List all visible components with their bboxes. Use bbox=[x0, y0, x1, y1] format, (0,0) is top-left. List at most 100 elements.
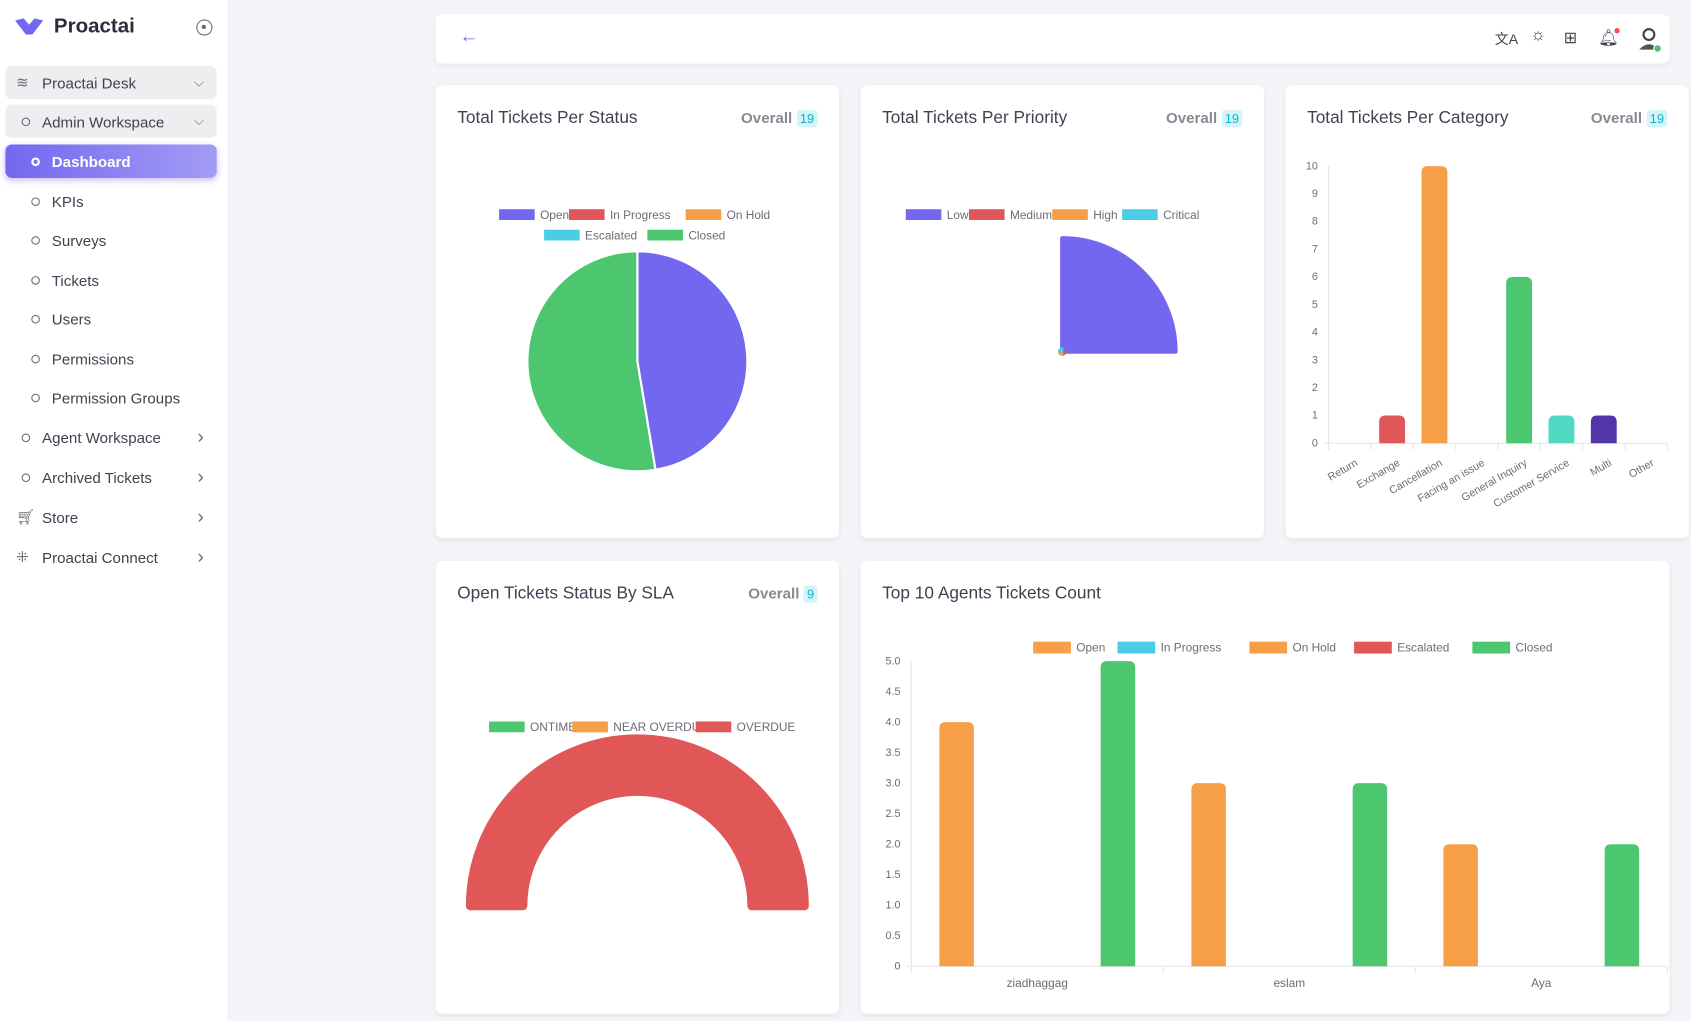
x-tick-label: Customer Service bbox=[1491, 457, 1571, 510]
chevron-right-icon[interactable]: › bbox=[197, 426, 203, 449]
bar-customer-service bbox=[1548, 415, 1575, 444]
sidebar-item-label: Tickets bbox=[51, 271, 100, 289]
sidebar-item-dashboard[interactable]: Dashboard bbox=[5, 144, 217, 178]
bar-aya-open bbox=[1443, 844, 1478, 967]
sidebar-item-kpis[interactable]: KPIs bbox=[5, 184, 216, 217]
legend-label: ONTIME bbox=[530, 720, 576, 734]
pie-slice-closed bbox=[526, 250, 657, 473]
sidebar-item-permission-groups[interactable]: Permission Groups bbox=[5, 381, 216, 414]
x-tick-label: Other bbox=[1627, 457, 1657, 481]
legend-swatch bbox=[1033, 641, 1071, 654]
y-tick-label: 1.0 bbox=[886, 899, 901, 911]
legend-label: Escalated bbox=[585, 228, 637, 242]
sidebar-item-store[interactable]: 🛒︎ Store › bbox=[5, 500, 216, 533]
sidebar-item-label: Archived Tickets bbox=[42, 468, 152, 486]
y-tick-label: 10 bbox=[1306, 160, 1318, 172]
logo[interactable]: Proactai bbox=[15, 15, 135, 39]
y-tick-label: 5 bbox=[1312, 299, 1318, 311]
bar-ziadhaggag-closed bbox=[1100, 661, 1136, 967]
y-tick-label: 3 bbox=[1312, 354, 1318, 366]
sidebar-item-label: Surveys bbox=[51, 231, 107, 249]
sidebar-item-agent-workspace[interactable]: Agent Workspace › bbox=[5, 421, 216, 454]
sidebar-item-label: Store bbox=[42, 508, 79, 526]
circle-icon bbox=[31, 196, 40, 206]
x-tick-label: Multi bbox=[1588, 457, 1614, 479]
card-title: Total Tickets Per Priority bbox=[882, 108, 1068, 128]
bar-cancellation bbox=[1421, 166, 1448, 444]
legend-label: Low bbox=[947, 208, 969, 222]
sidebar-item-proactai-connect[interactable]: ⁜ Proactai Connect › bbox=[5, 540, 216, 573]
sidebar-item-surveys[interactable]: Surveys bbox=[5, 223, 216, 256]
bar-ziadhaggag-open bbox=[939, 722, 974, 967]
card-title: Top 10 Agents Tickets Count bbox=[882, 584, 1101, 603]
x-tick-label: ziadhaggag bbox=[1007, 976, 1068, 990]
sidebar-item-permissions[interactable]: Permissions bbox=[5, 342, 216, 375]
legend-label: High bbox=[1093, 208, 1117, 222]
y-tick-label: 0.5 bbox=[886, 930, 901, 942]
y-tick-label: 4.0 bbox=[886, 716, 901, 728]
legend-swatch bbox=[1354, 641, 1392, 654]
sidebar-item-label: Dashboard bbox=[51, 152, 131, 170]
bell-icon[interactable]: 🔔︎ bbox=[1598, 28, 1620, 47]
sidebar-item-tickets[interactable]: Tickets bbox=[5, 263, 216, 296]
back-arrow-icon[interactable]: ← bbox=[459, 25, 478, 48]
circle-icon bbox=[31, 314, 40, 323]
y-tick-label: 1.5 bbox=[886, 869, 901, 881]
chevron-down-icon[interactable]: ⌵ bbox=[194, 74, 204, 90]
legend-label: Open bbox=[1076, 640, 1105, 654]
legend-label: In Progress bbox=[1161, 640, 1222, 654]
legend-swatch bbox=[1117, 641, 1156, 654]
bar-exchange bbox=[1379, 415, 1406, 444]
chevron-right-icon[interactable]: › bbox=[197, 546, 203, 569]
x-tick-label: eslam bbox=[1273, 976, 1305, 990]
sun-icon[interactable]: ☼ bbox=[1530, 26, 1546, 45]
circle-icon bbox=[31, 393, 40, 402]
sidebar-item-proactai-desk[interactable]: ≋ Proactai Desk ⌵ bbox=[5, 65, 217, 100]
card-category: 0 1 2 3 4 5 6 7 8 9 10 Return Exchange Cancellation Fa… bbox=[1285, 85, 1689, 539]
sidebar-item-archived-tickets[interactable]: Archived Tickets › bbox=[5, 460, 216, 493]
bar-general-inquiry bbox=[1506, 276, 1533, 444]
sidebar-item-label: KPIs bbox=[51, 192, 84, 210]
bar-aya-closed bbox=[1604, 844, 1640, 967]
chevron-right-icon[interactable]: › bbox=[197, 506, 203, 529]
sidebar-item-label: Users bbox=[51, 310, 92, 328]
translate-icon[interactable]: 文A bbox=[1495, 28, 1518, 48]
sidebar-item-label: Permission Groups bbox=[51, 388, 181, 407]
pie-slice-open bbox=[636, 250, 749, 472]
y-tick-label: 8 bbox=[1312, 216, 1318, 228]
card-title: Total Tickets Per Status bbox=[457, 108, 638, 128]
circle-icon bbox=[21, 117, 31, 126]
legend-label: On Hold bbox=[1293, 640, 1337, 654]
sidebar-pin-icon[interactable] bbox=[196, 19, 213, 36]
sidebar-item-label: Permissions bbox=[51, 349, 134, 368]
circle-icon bbox=[21, 472, 31, 482]
circle-icon bbox=[31, 235, 40, 245]
sidebar-item-users[interactable]: Users bbox=[5, 302, 216, 335]
y-tick-label: 2 bbox=[1312, 382, 1318, 394]
avatar[interactable] bbox=[1637, 26, 1661, 52]
y-tick-label: 0 bbox=[1312, 437, 1318, 449]
add-widget-icon[interactable]: ⊞ bbox=[1564, 28, 1578, 47]
y-tick-label: 3.5 bbox=[886, 747, 901, 759]
card-sla: ONTIME NEAR OVERDUE OVERDUE Open Tickets St… bbox=[435, 560, 840, 1014]
legend-swatch bbox=[489, 721, 525, 733]
y-tick-label: 2.5 bbox=[886, 808, 901, 820]
logo-icon bbox=[15, 18, 44, 35]
chevron-down-icon[interactable]: ⌵ bbox=[194, 113, 204, 129]
legend-swatch bbox=[905, 209, 942, 221]
circle-icon bbox=[31, 275, 40, 285]
legend-swatch bbox=[695, 721, 732, 733]
sidebar-item-label: Admin Workspace bbox=[42, 112, 165, 130]
bar-eslam-closed bbox=[1352, 783, 1388, 967]
legend-label: OVERDUE bbox=[737, 720, 796, 734]
bar-eslam-open bbox=[1191, 783, 1226, 967]
sidebar-item-admin-workspace[interactable]: Admin Workspace ⌵ bbox=[5, 104, 217, 139]
layers-icon: ≋ bbox=[16, 73, 29, 91]
legend-swatch bbox=[685, 209, 722, 221]
bar-multi bbox=[1590, 415, 1617, 444]
y-tick-label: 9 bbox=[1312, 188, 1318, 200]
overall-count: Overall 19 bbox=[1591, 109, 1668, 128]
legend-label: Closed bbox=[1516, 640, 1553, 654]
card-title: Open Tickets Status By SLA bbox=[457, 584, 675, 603]
chevron-right-icon[interactable]: › bbox=[197, 466, 203, 489]
